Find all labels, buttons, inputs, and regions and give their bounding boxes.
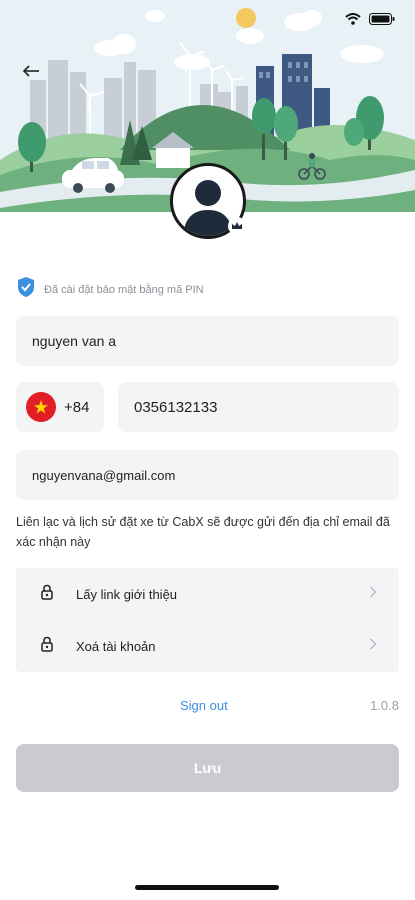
wifi-icon [345, 12, 361, 30]
email-value: nguyenvana@gmail.com [32, 467, 176, 483]
crown-edit-icon[interactable] [228, 217, 246, 235]
menu-item-delete-account[interactable]: Xoá tài khoản [16, 620, 399, 672]
vietnam-flag-icon [26, 392, 56, 422]
menu-item-referral-link[interactable]: Lấy link giới thiệu [16, 568, 399, 620]
phone-field[interactable]: 0356132133 [118, 382, 399, 432]
lock-icon [40, 636, 54, 657]
arrow-left-icon [22, 64, 40, 82]
avatar[interactable] [170, 163, 246, 239]
phone-value: 0356132133 [134, 398, 218, 416]
email-field[interactable]: nguyenvana@gmail.com [16, 450, 399, 500]
app-version: 1.0.8 [370, 698, 399, 713]
pin-notice-text: Đã cài đặt bảo mật bằng mã PIN [44, 283, 204, 296]
country-code-selector[interactable]: +84 [16, 382, 104, 432]
status-bar [345, 12, 395, 30]
shield-check-icon [16, 276, 36, 303]
account-menu: Lấy link giới thiệu Xoá tài khoản [16, 568, 399, 672]
pin-security-notice: Đã cài đặt bảo mật bằng mã PIN [16, 276, 204, 303]
chevron-right-icon [369, 585, 377, 603]
name-value: nguyen van a [32, 333, 117, 349]
sign-out-link[interactable]: Sign out [180, 698, 228, 713]
lock-icon [40, 584, 54, 605]
save-button[interactable]: Lưu [16, 744, 399, 792]
country-code-value: +84 [64, 398, 90, 416]
name-field[interactable]: nguyen van a [16, 316, 399, 366]
home-indicator [135, 885, 279, 890]
menu-item-label: Lấy link giới thiệu [76, 586, 178, 602]
back-button[interactable] [14, 58, 48, 88]
battery-icon [369, 12, 395, 30]
chevron-right-icon [369, 637, 377, 655]
email-note: Liên lạc và lịch sử đặt xe từ CabX sẽ đư… [16, 515, 390, 549]
menu-item-label: Xoá tài khoản [76, 638, 156, 654]
